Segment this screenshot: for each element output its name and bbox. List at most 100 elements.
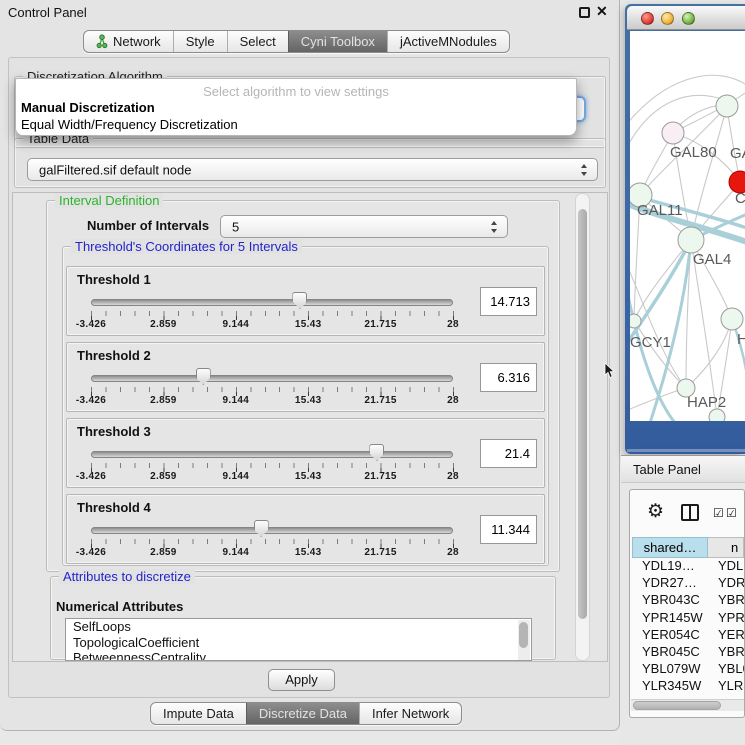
slider-ticks: [91, 311, 455, 320]
table-row[interactable]: YER054CYER0: [632, 627, 744, 644]
network-view-window: GAL80GACGAL11GAL4GCY1HHAP2: [625, 4, 745, 454]
algorithm-placeholder-option[interactable]: Select algorithm to view settings: [16, 84, 576, 99]
network-canvas[interactable]: GAL80GACGAL11GAL4GCY1HHAP2: [630, 31, 745, 421]
tick-label: 21.715: [364, 547, 396, 558]
network-window-titlebar: [627, 6, 745, 30]
slider-thumb[interactable]: [196, 368, 211, 385]
close-icon[interactable]: ✕: [596, 3, 608, 20]
attribute-item-betweennesscentrality[interactable]: BetweennessCentrality: [66, 650, 531, 661]
threshold-value-field[interactable]: 14.713: [480, 287, 537, 316]
tab-impute-data[interactable]: Impute Data: [151, 703, 246, 724]
number-of-intervals-combobox[interactable]: 5: [220, 215, 508, 238]
columns-icon[interactable]: [681, 504, 699, 521]
network-node[interactable]: [630, 314, 641, 328]
attribute-item-selfloops[interactable]: SelfLoops: [66, 619, 531, 635]
threshold-value-field[interactable]: 21.4: [480, 439, 537, 468]
slider-thumb[interactable]: [369, 444, 384, 461]
table-panel-titlebar: Table Panel: [621, 455, 745, 483]
cell-shared-name: YLR345W: [632, 678, 708, 695]
tab-label: Impute Data: [163, 706, 234, 721]
threshold-value-field[interactable]: 6.316: [480, 363, 537, 392]
slider-ticks: [91, 463, 455, 472]
slider-thumb[interactable]: [254, 520, 269, 537]
tab-label: Infer Network: [372, 706, 449, 721]
tick-label: 15.43: [295, 547, 322, 558]
threshold-value-field[interactable]: 11.344: [480, 515, 537, 544]
checkbox-icon[interactable]: ☑: [713, 506, 724, 520]
zoom-traffic-light-icon[interactable]: [682, 12, 695, 25]
table-row[interactable]: YPR145WYPR1: [632, 610, 744, 627]
close-traffic-light-icon[interactable]: [641, 12, 654, 25]
network-node[interactable]: [662, 122, 684, 144]
float-window-icon[interactable]: [579, 7, 590, 18]
tab-label: Style: [186, 34, 215, 49]
tick-label: 2.859: [150, 395, 177, 406]
stepper-arrows-icon: [491, 221, 498, 233]
checkbox-icon[interactable]: ☑: [726, 506, 737, 520]
attribute-item-topologicalcoefficient[interactable]: TopologicalCoefficient: [66, 635, 531, 651]
table-row[interactable]: YDL19…YDL1: [632, 558, 744, 575]
top-tab-strip: Network Style SelectCyni ToolboxjActiveMNo…: [83, 30, 510, 53]
cell-name: YBL0: [708, 661, 744, 678]
column-header-shared-name[interactable]: shared…: [632, 537, 708, 558]
mouse-cursor: [604, 363, 616, 379]
tab-discretize-data[interactable]: Discretize Data: [246, 703, 359, 724]
table-row[interactable]: YBL079WYBL0: [632, 661, 744, 678]
tab-label: Network: [113, 34, 161, 49]
tick-label: 21.715: [364, 395, 396, 406]
tick-label: 28: [447, 547, 459, 558]
network-node[interactable]: [716, 95, 738, 117]
threshold-label: Threshold 1: [77, 272, 151, 287]
network-node[interactable]: [678, 227, 704, 253]
tab-style[interactable]: Style: [173, 31, 227, 52]
tick-label: -3.426: [76, 547, 106, 558]
numerical-attributes-list[interactable]: SelfLoopsTopologicalCoefficientBetweenne…: [65, 618, 532, 661]
slider-track[interactable]: [91, 299, 453, 306]
slider-track[interactable]: [91, 375, 453, 382]
network-graph: GAL80GACGAL11GAL4GCY1HHAP2: [630, 31, 745, 421]
table-row[interactable]: YBR045CYBR0: [632, 644, 744, 661]
cell-shared-name: YER054C: [632, 627, 708, 644]
slider-track[interactable]: [91, 451, 453, 458]
horizontal-scrollbar[interactable]: [631, 699, 744, 711]
slider-track[interactable]: [91, 527, 453, 534]
tick-label: 9.144: [223, 395, 250, 406]
tab-jactivemnodules[interactable]: jActiveMNodules: [387, 31, 509, 52]
scrollbar-thumb[interactable]: [578, 209, 587, 619]
tick-label: 15.43: [295, 395, 322, 406]
tick-label: 28: [447, 319, 459, 330]
node-label: GCY1: [630, 334, 671, 351]
table-row[interactable]: YBR043CYBR0: [632, 592, 744, 609]
scrollbar-thumb[interactable]: [519, 622, 528, 648]
scrollbar-thumb[interactable]: [633, 701, 721, 710]
gear-icon[interactable]: ⚙: [647, 500, 664, 523]
table-row[interactable]: YDR27…YDR2: [632, 575, 744, 592]
list-vertical-scrollbar[interactable]: [518, 620, 530, 661]
window-title: Control Panel: [8, 5, 87, 20]
network-node[interactable]: [721, 308, 743, 330]
algorithm-option-equal-width-frequency-discretization[interactable]: Equal Width/Frequency Discretization: [21, 117, 238, 132]
apply-button[interactable]: Apply: [268, 669, 335, 691]
slider-ticks: [91, 539, 455, 548]
slider-thumb[interactable]: [292, 292, 307, 309]
column-header-name[interactable]: n: [708, 537, 744, 558]
numerical-attributes-label: Numerical Attributes: [56, 599, 183, 614]
tab-cyni-toolbox[interactable]: Cyni Toolbox: [288, 31, 387, 52]
vertical-scrollbar[interactable]: [575, 193, 590, 661]
tick-label: 15.43: [295, 471, 322, 482]
tick-label: -3.426: [76, 471, 106, 482]
tab-infer-network[interactable]: Infer Network: [359, 703, 461, 724]
minimize-traffic-light-icon[interactable]: [661, 12, 674, 25]
cell-name: YBR0: [708, 644, 744, 661]
tab-select[interactable]: Select: [227, 31, 288, 52]
tick-label: 2.859: [150, 471, 177, 482]
cell-name: YLR3: [708, 678, 744, 695]
table-data-combobox[interactable]: galFiltered.sif default node: [27, 158, 598, 181]
tab-network[interactable]: Network: [84, 31, 173, 52]
table-rows: YDL19…YDL1YDR27…YDR2YBR043CYBR0YPR145WYP…: [632, 558, 744, 699]
node-label: C: [735, 190, 745, 207]
algorithm-option-manual-discretization[interactable]: Manual Discretization: [21, 100, 155, 115]
node-label: GA: [730, 145, 745, 162]
tick-label: 9.144: [223, 471, 250, 482]
table-row[interactable]: YLR345WYLR3: [632, 678, 744, 695]
